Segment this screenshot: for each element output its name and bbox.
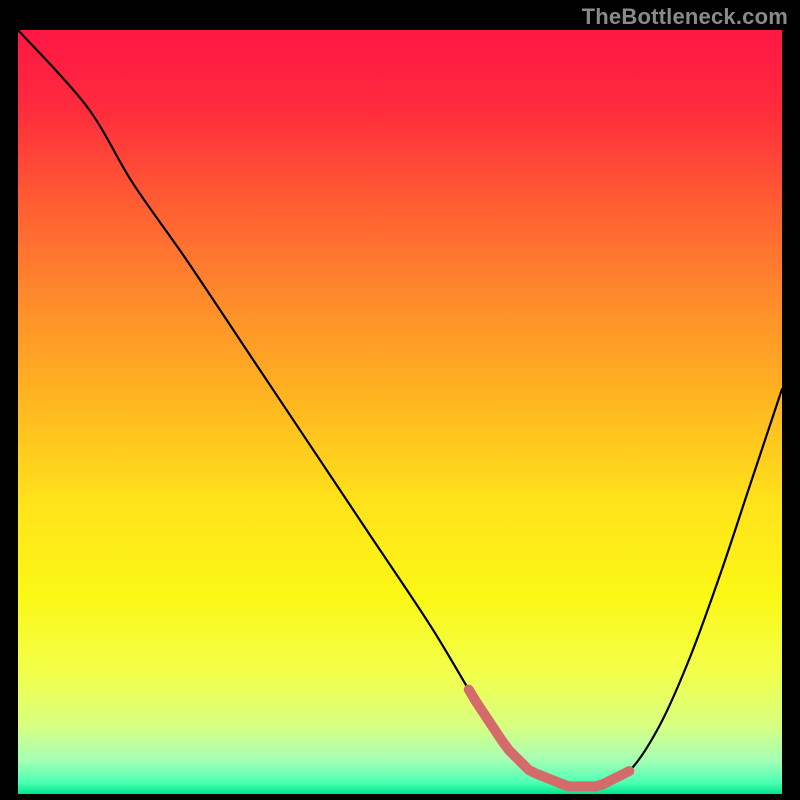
gradient-background [18, 30, 782, 794]
watermark-text: TheBottleneck.com [582, 4, 788, 30]
optimal-range-end-dot [624, 766, 634, 776]
chart-plot [18, 30, 782, 794]
